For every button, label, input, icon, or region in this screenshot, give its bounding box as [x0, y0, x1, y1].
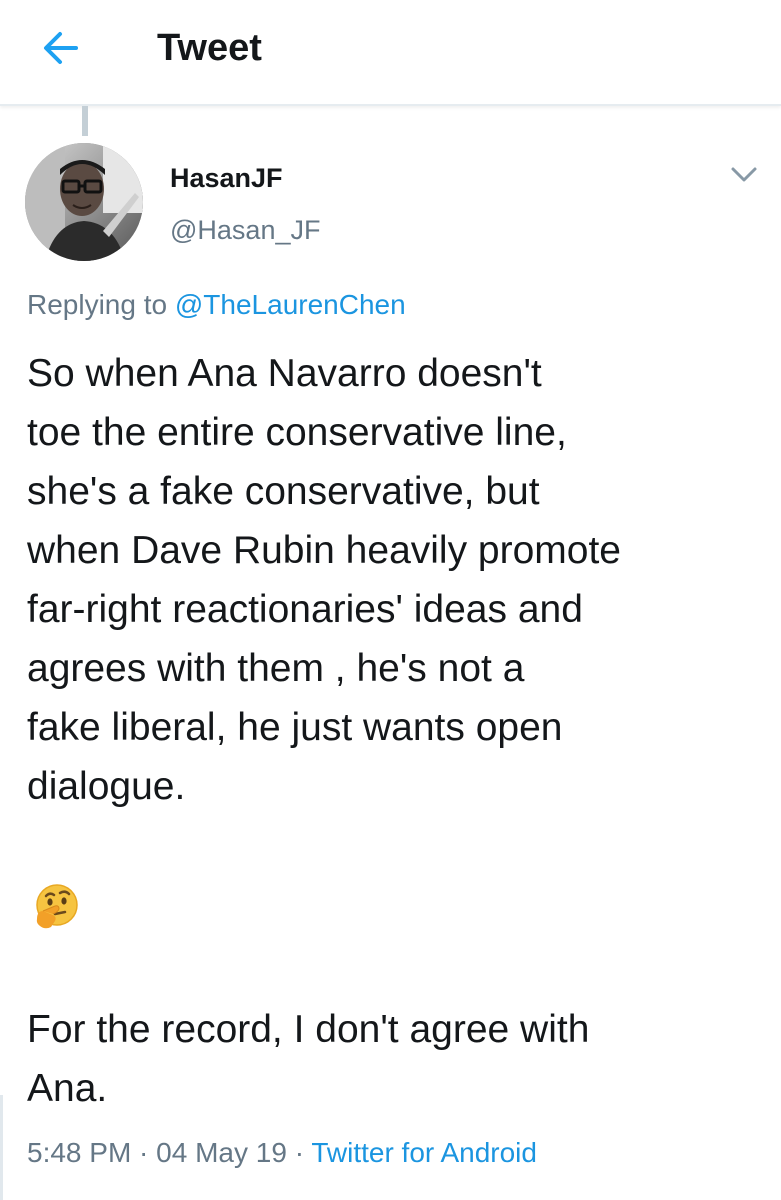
top-bar: Tweet: [0, 0, 781, 106]
tweet-meta: 5:48 PM · 04 May 19 · Twitter for Androi…: [27, 1135, 537, 1171]
replying-to-line: Replying to @TheLaurenChen: [27, 287, 406, 323]
tweet-date: 04 May 19: [156, 1137, 287, 1168]
back-button[interactable]: [38, 28, 82, 68]
thinking-face-emoji: [31, 881, 81, 931]
meta-separator: ·: [286, 1137, 312, 1168]
divider: [0, 1095, 3, 1200]
page-title: Tweet: [157, 27, 262, 69]
tweet-menu-button[interactable]: [728, 162, 760, 186]
tweet-text: So when Ana Navarro doesn't toe the enti…: [27, 352, 621, 808]
chevron-down-icon: [728, 167, 760, 190]
tweet-source-link[interactable]: Twitter for Android: [311, 1137, 537, 1168]
arrow-left-icon: [38, 28, 82, 68]
meta-separator: ·: [131, 1137, 157, 1168]
reply-target-link[interactable]: @TheLaurenChen: [175, 289, 406, 320]
tweet-text-continued: For the record, I don't agree with Ana.: [27, 1008, 590, 1110]
tweet-time: 5:48 PM: [27, 1137, 132, 1168]
thread-connector-line: [82, 106, 88, 136]
avatar[interactable]: [25, 143, 143, 261]
replying-to-label: Replying to: [27, 289, 175, 320]
author-handle[interactable]: @Hasan_JF: [170, 214, 320, 246]
author-display-name[interactable]: HasanJF: [170, 162, 283, 194]
profile-photo: [25, 143, 143, 261]
